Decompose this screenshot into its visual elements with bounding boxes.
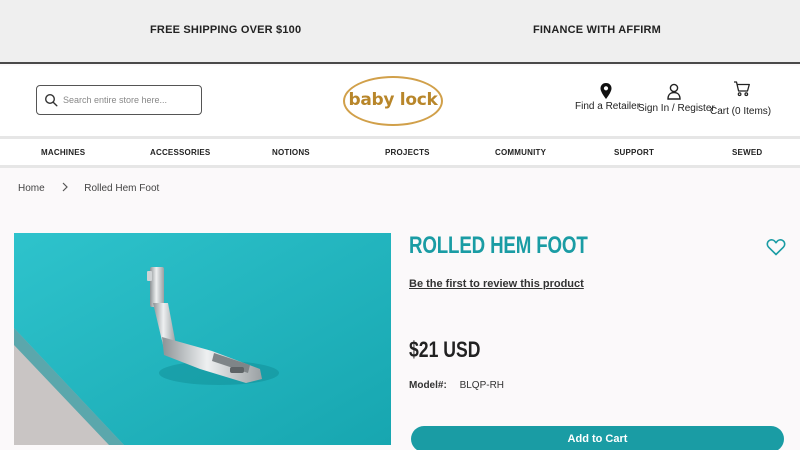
search-box[interactable] bbox=[36, 85, 202, 115]
cart-link[interactable]: Cart (0 Items) bbox=[710, 106, 771, 117]
promo-bar: FREE SHIPPING OVER $100 FINANCE WITH AFF… bbox=[0, 0, 800, 64]
model-label: Model#: bbox=[409, 380, 447, 391]
nav-item-machines[interactable]: MACHINES bbox=[41, 148, 85, 157]
breadcrumb-home[interactable]: Home bbox=[18, 183, 45, 194]
main-nav: MACHINES ACCESSORIES NOTIONS PROJECTS CO… bbox=[0, 136, 800, 168]
nav-item-projects[interactable]: PROJECTS bbox=[385, 148, 430, 157]
free-shipping-text[interactable]: FREE SHIPPING OVER $100 bbox=[150, 24, 301, 36]
logo-text: baby lock bbox=[348, 90, 438, 110]
breadcrumb: Home Rolled Hem Foot bbox=[18, 181, 159, 194]
search-icon bbox=[44, 93, 58, 107]
product-photo bbox=[14, 233, 391, 445]
finance-affirm-text[interactable]: FINANCE WITH AFFIRM bbox=[533, 24, 661, 36]
find-retailer-link[interactable]: Find a Retailer bbox=[575, 101, 640, 112]
nav-item-sewed[interactable]: SEWED bbox=[732, 148, 762, 157]
first-review-link[interactable]: Be the first to review this product bbox=[409, 278, 584, 290]
model-value: BLQP-RH bbox=[459, 380, 505, 391]
sign-in-register-link[interactable]: Sign In / Register bbox=[638, 103, 715, 114]
nav-item-accessories[interactable]: ACCESSORIES bbox=[150, 148, 210, 157]
search-input[interactable] bbox=[63, 91, 197, 109]
nav-item-notions[interactable]: NOTIONS bbox=[272, 148, 310, 157]
product-image[interactable] bbox=[14, 233, 391, 445]
nav-item-support[interactable]: SUPPORT bbox=[614, 148, 654, 157]
cart-icon[interactable] bbox=[733, 80, 751, 97]
nav-item-community[interactable]: COMMUNITY bbox=[495, 148, 546, 157]
breadcrumb-current: Rolled Hem Foot bbox=[84, 183, 160, 194]
product-title: ROLLED HEM FOOT bbox=[409, 232, 588, 259]
add-to-cart-button[interactable]: Add to Cart bbox=[411, 426, 784, 450]
site-header: baby lock Find a Retailer Sign In / Regi… bbox=[0, 66, 800, 136]
map-pin-icon[interactable] bbox=[599, 82, 613, 100]
baby-lock-logo[interactable]: baby lock bbox=[343, 76, 443, 126]
product-price: $21 USD bbox=[409, 337, 481, 362]
user-icon[interactable] bbox=[666, 83, 682, 100]
heart-icon[interactable] bbox=[766, 238, 786, 256]
model-number: Model#: BLQP-RH bbox=[409, 380, 504, 391]
chevron-right-icon bbox=[63, 182, 69, 192]
